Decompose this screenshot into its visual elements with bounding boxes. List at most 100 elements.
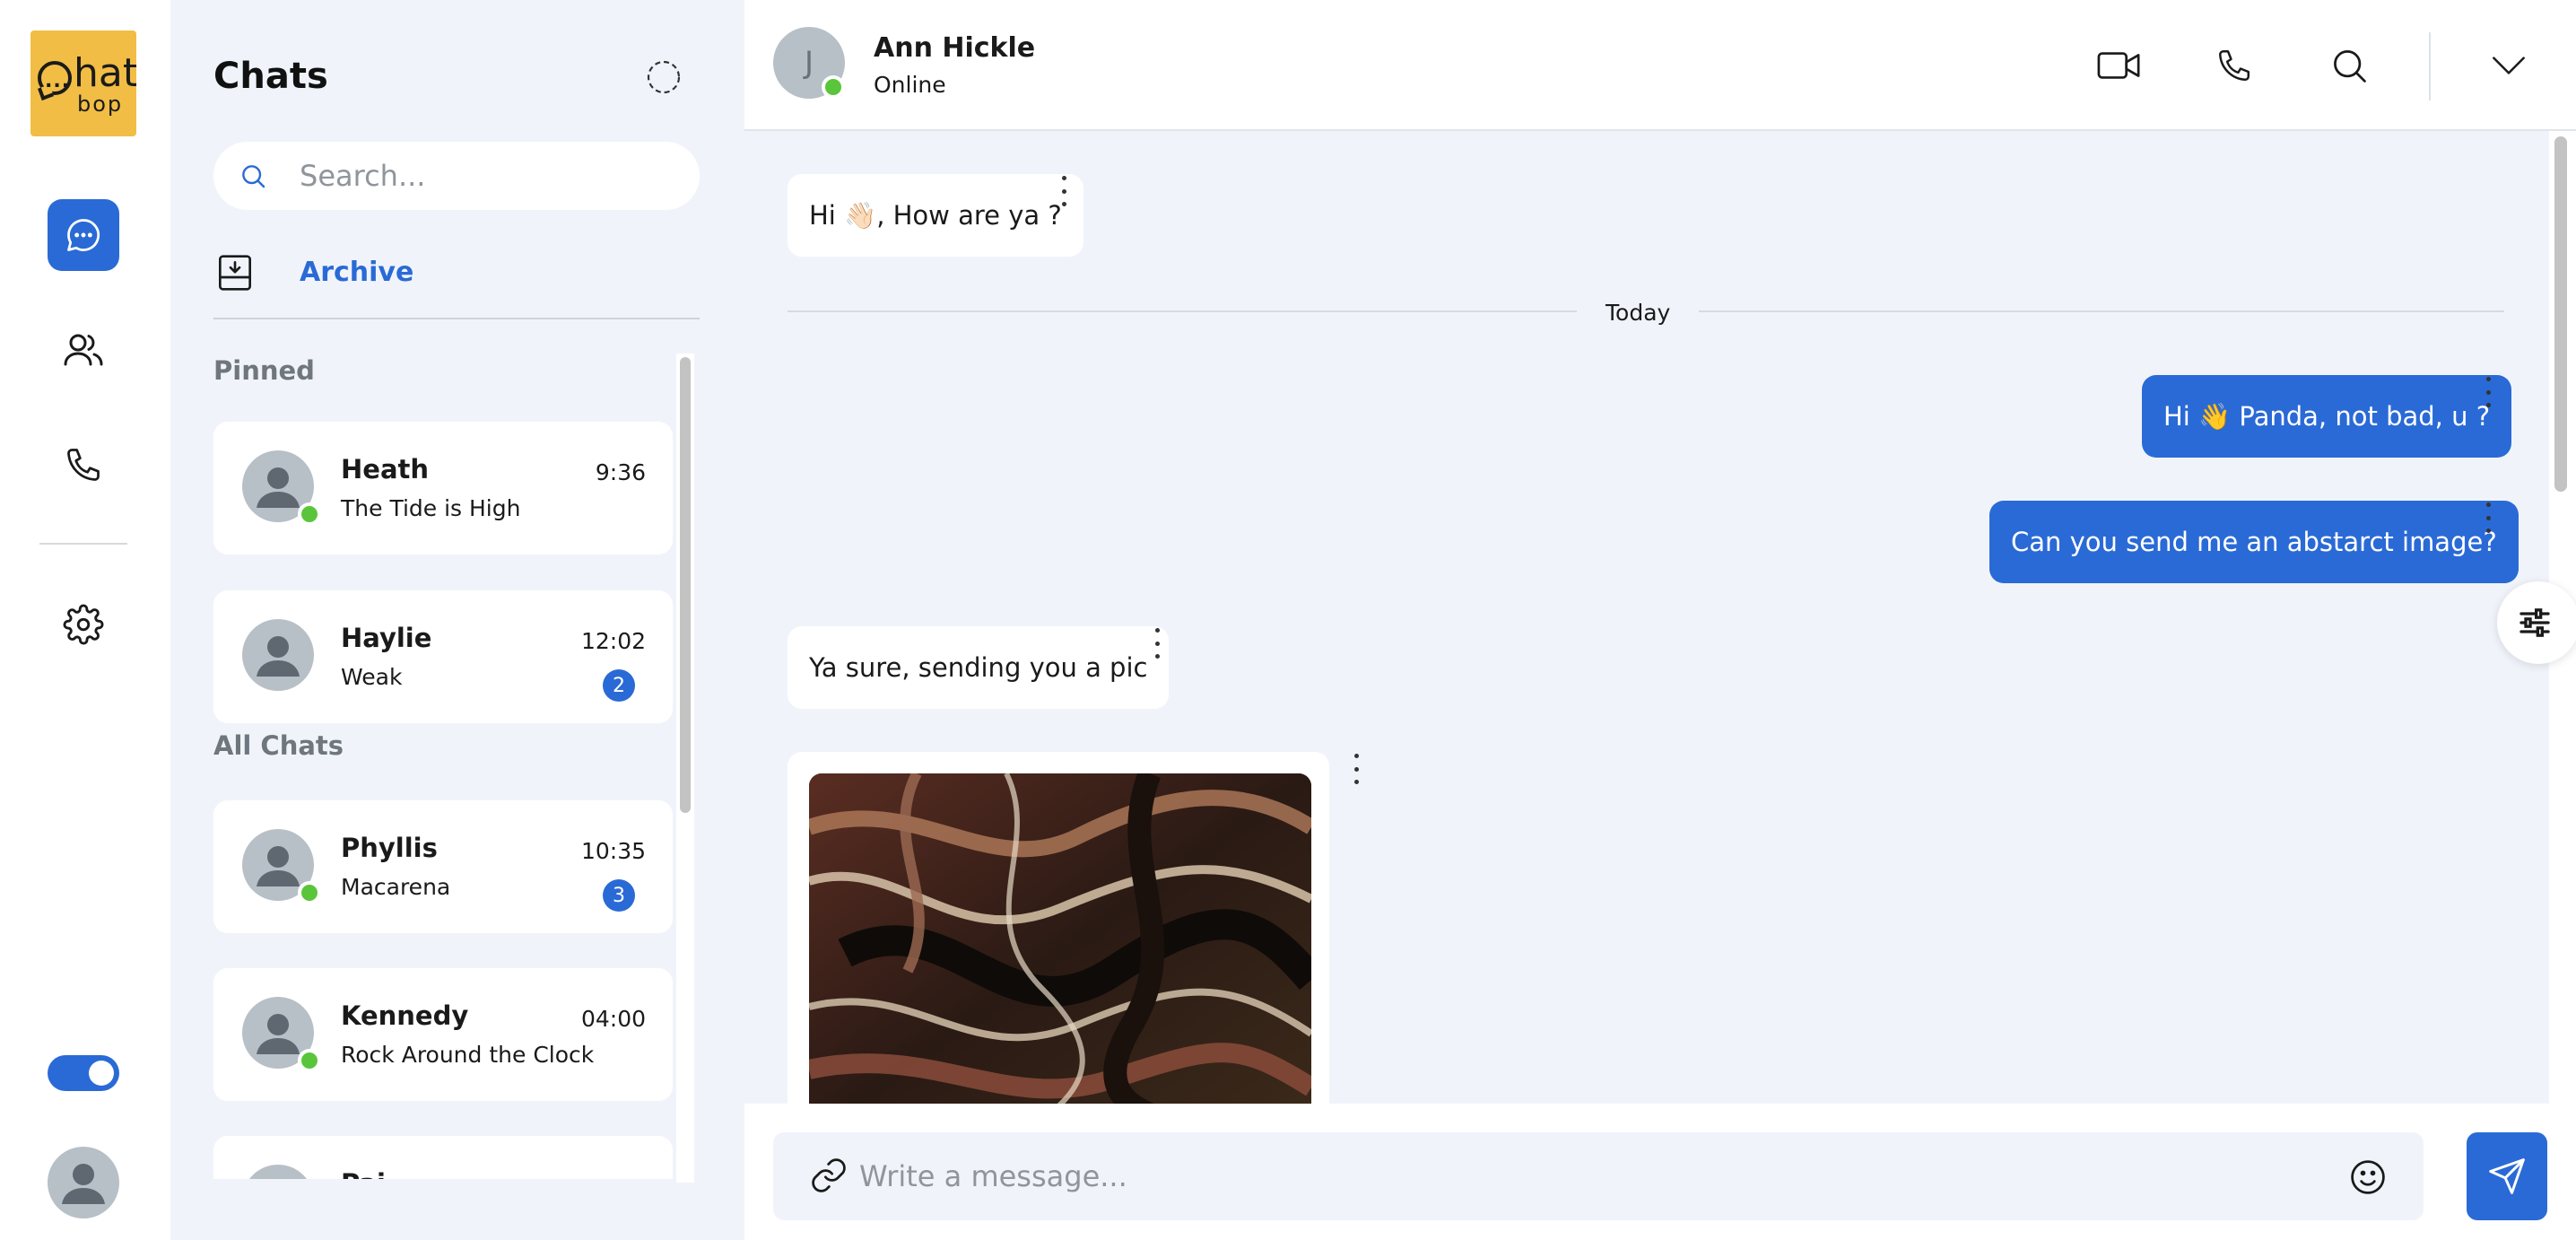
- avatar: [242, 619, 314, 691]
- message-text: Ya sure, sending you a pic: [809, 652, 1148, 683]
- nav-rail: ... hat bop: [0, 0, 170, 1240]
- sliders-icon: [2519, 608, 2550, 637]
- gear-icon: [63, 604, 104, 645]
- contact-name: Kennedy: [341, 1000, 469, 1031]
- message-text: Hi 👋🏻, How are ya ?: [809, 199, 1062, 231]
- message-time: 9:36: [595, 459, 646, 485]
- chevron-down-icon: [2493, 57, 2525, 74]
- contact-name: Ann Hickle: [874, 32, 1036, 64]
- logo-dots: ...: [45, 70, 71, 92]
- conversation-header: J Ann Hickle Online: [744, 0, 2576, 131]
- chats-title: Chats: [213, 56, 328, 97]
- message-time: 10:35: [580, 838, 646, 864]
- user-silhouette-icon: [257, 636, 300, 677]
- user-silhouette-icon: [242, 1165, 314, 1179]
- pinned-section-label: Pinned: [213, 355, 315, 386]
- chat-card[interactable]: Phyllis Macarena 10:35 3: [213, 800, 673, 933]
- online-indicator: [298, 881, 321, 904]
- last-message: Weak: [341, 664, 403, 690]
- chat-card[interactable]: Haylie Weak 12:02 2: [213, 590, 673, 723]
- message-options-button[interactable]: [1148, 628, 1166, 659]
- incoming-message[interactable]: Hi 👋🏻, How are ya ?: [788, 174, 1083, 257]
- chat-card[interactable]: Pai..: [213, 1136, 673, 1179]
- status-dashed-circle-button[interactable]: [646, 59, 682, 95]
- rail-divider: [39, 543, 127, 545]
- archive-label: Archive: [300, 257, 414, 288]
- contact-name: Phyllis: [341, 833, 438, 863]
- message-input[interactable]: [859, 1132, 2294, 1220]
- message-text: Can you send me an abstarct image?: [2011, 527, 2497, 557]
- online-indicator: [298, 1049, 321, 1072]
- incoming-message[interactable]: Ya sure, sending you a pic: [788, 626, 1170, 709]
- outgoing-message[interactable]: Hi 👋 Panda, not bad, u ?: [2142, 375, 2512, 458]
- send-button[interactable]: [2467, 1132, 2547, 1220]
- day-divider-label: Today: [1577, 300, 1700, 326]
- user-silhouette-icon: [62, 1164, 105, 1204]
- message-time: 04:00: [580, 1006, 646, 1032]
- unread-badge: 3: [603, 879, 635, 912]
- emoji-icon[interactable]: [2348, 1157, 2388, 1197]
- search-conversation-button[interactable]: [2327, 43, 2371, 88]
- phone-icon: [2219, 50, 2250, 81]
- message-options-button[interactable]: [1347, 754, 1365, 784]
- nav-contacts-button[interactable]: [48, 314, 119, 386]
- last-message: Rock Around the Clock: [341, 1042, 595, 1068]
- online-indicator: [822, 75, 845, 99]
- abstract-marble-image: [809, 773, 1311, 1104]
- phone-icon: [67, 449, 100, 481]
- customizer-button[interactable]: [2497, 581, 2576, 664]
- avatar: [242, 1165, 314, 1179]
- search-icon: [2334, 50, 2366, 83]
- chat-card[interactable]: Heath The Tide is High 9:36: [213, 422, 673, 555]
- video-call-button[interactable]: [2097, 43, 2142, 88]
- chat-list-panel: Chats Archive Pinned Heath The Tide is H…: [170, 0, 744, 1240]
- profile-avatar[interactable]: [48, 1147, 119, 1218]
- chat-list-scrollbar-thumb[interactable]: [680, 357, 691, 813]
- users-icon: [64, 334, 103, 366]
- nav-calls-button[interactable]: [48, 429, 119, 501]
- archive-icon: [219, 255, 251, 291]
- message-composer: [744, 1104, 2576, 1240]
- toggle-knob: [89, 1061, 114, 1086]
- message-options-button[interactable]: [2479, 377, 2497, 407]
- message-options-button[interactable]: [2479, 502, 2497, 533]
- search-icon: [242, 165, 265, 188]
- chat-card[interactable]: Kennedy Rock Around the Clock 04:00: [213, 968, 673, 1101]
- link-attach-icon[interactable]: [809, 1156, 849, 1195]
- voice-call-button[interactable]: [2212, 43, 2257, 88]
- search-input[interactable]: [300, 142, 676, 210]
- incoming-image-message[interactable]: [788, 752, 1329, 1104]
- dashed-circle-icon: [647, 60, 681, 94]
- message-thread: Hi 👋🏻, How are ya ? Today Hi 👋 Panda, no…: [744, 131, 2549, 1104]
- message-text: Hi 👋 Panda, not bad, u ?: [2163, 400, 2491, 432]
- chat-bubble-icon: [67, 219, 100, 251]
- contact-name: Haylie: [341, 623, 432, 653]
- contact-initial: J: [804, 45, 814, 81]
- logo-text: hat: [74, 50, 136, 96]
- contact-name: Heath: [341, 454, 430, 485]
- nav-chats-button[interactable]: [48, 199, 119, 271]
- archive-link[interactable]: Archive: [213, 242, 700, 319]
- send-icon: [2489, 1158, 2525, 1194]
- message-time: 12:02: [580, 628, 646, 654]
- last-message: The Tide is High: [341, 495, 521, 521]
- last-message: Macarena: [341, 874, 451, 900]
- message-field: [773, 1132, 2424, 1220]
- all-chats-section-label: All Chats: [213, 730, 344, 761]
- app-logo[interactable]: ... hat bop: [30, 31, 136, 136]
- unread-badge: 2: [603, 669, 635, 702]
- conversation-menu-button[interactable]: [2486, 43, 2531, 88]
- outgoing-message[interactable]: Can you send me an abstarct image?: [1989, 501, 2519, 583]
- theme-toggle[interactable]: [48, 1055, 119, 1091]
- chat-card-clip: Pai..: [213, 1136, 673, 1179]
- contact-status: Online: [874, 72, 946, 98]
- video-camera-icon: [2097, 52, 2140, 79]
- contact-name: Pai..: [341, 1168, 405, 1179]
- online-indicator: [298, 502, 321, 526]
- abstract-image[interactable]: [809, 773, 1311, 1104]
- thread-scrollbar-thumb[interactable]: [2554, 136, 2567, 492]
- nav-settings-button[interactable]: [48, 589, 119, 660]
- header-divider: [2429, 32, 2431, 100]
- logo-subtext: bop: [77, 92, 124, 117]
- message-options-button[interactable]: [1055, 176, 1073, 206]
